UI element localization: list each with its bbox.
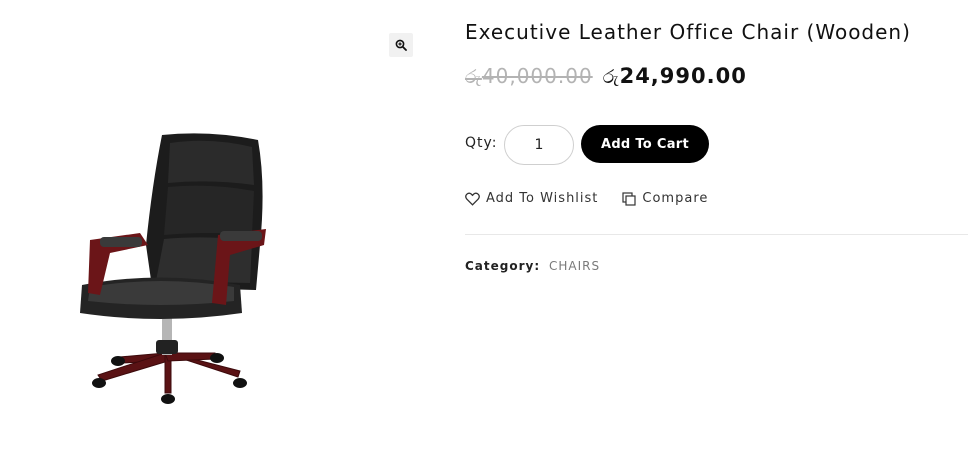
- compare-link[interactable]: Compare: [622, 191, 708, 206]
- compare-label: Compare: [642, 191, 709, 206]
- sale-price-amount: 24,990.00: [619, 64, 747, 88]
- add-to-cart-button[interactable]: Add To Cart: [581, 125, 709, 163]
- sale-price: රු24,990.00: [603, 64, 747, 88]
- product-summary: Executive Leather Office Chair (Wooden) …: [465, 0, 968, 465]
- category-label: Category:: [465, 259, 541, 273]
- product-title: Executive Leather Office Chair (Wooden): [465, 20, 911, 44]
- sale-price-currency: රු: [602, 66, 620, 88]
- old-price-amount: 40,000.00: [481, 64, 593, 88]
- old-price: රු40,000.00: [465, 64, 593, 88]
- price-row: රු40,000.00 රු24,990.00: [465, 64, 747, 88]
- zoom-button[interactable]: [389, 33, 413, 57]
- product-image[interactable]: [70, 125, 275, 415]
- compare-icon: [622, 191, 637, 206]
- product-gallery: [0, 0, 430, 465]
- product-meta: Category: CHAIRS: [465, 259, 600, 273]
- product-actions: Add To Wishlist Compare: [465, 191, 708, 206]
- old-price-currency: රු: [465, 66, 482, 88]
- wishlist-label: Add To Wishlist: [486, 191, 599, 206]
- heart-icon: [465, 192, 480, 206]
- category-link[interactable]: CHAIRS: [549, 259, 600, 273]
- divider: [465, 234, 968, 235]
- add-to-wishlist-link[interactable]: Add To Wishlist: [465, 191, 598, 206]
- zoom-in-icon: [395, 39, 407, 51]
- quantity-input[interactable]: [504, 125, 574, 165]
- qty-label: Qty:: [465, 135, 498, 151]
